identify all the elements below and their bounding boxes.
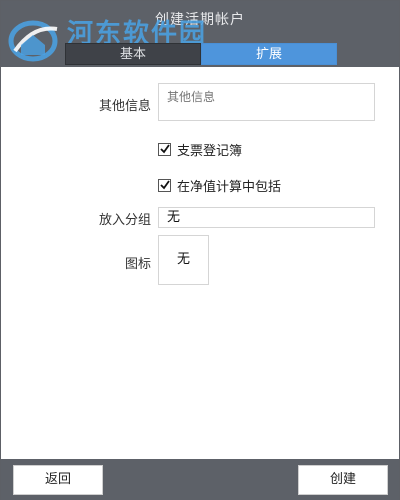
group-label: 放入分组 [98,213,151,228]
other-info-label: 其他信息 [98,99,151,114]
window-title: 创建活期帐户 [155,12,245,28]
checkmark-icon [160,180,170,190]
net-worth-label: 在净值计算中包括 [177,180,282,195]
back-button[interactable]: 返回 [13,465,103,495]
footer-bar: 返回 创建 [1,459,399,500]
checkbook-label: 支票登记簿 [177,144,243,159]
checkmark-icon [160,144,170,154]
icon-picker[interactable]: 无 [158,235,209,285]
icon-label: 图标 [124,257,151,272]
group-field[interactable]: 无 [158,207,375,228]
checkbook-checkbox[interactable] [158,143,171,156]
other-info-field[interactable] [158,83,375,121]
title-bar: 创建活期帐户 河东软件园 www.pc0359.cn 基本 扩展 [1,1,399,67]
tab-basic[interactable]: 基本 [65,43,201,65]
create-button[interactable]: 创建 [298,465,388,495]
net-worth-checkbox-row[interactable]: 在净值计算中包括 [158,176,281,195]
create-current-account-dialog: 创建活期帐户 河东软件园 www.pc0359.cn 基本 扩展 其他信息 支票… [0,0,400,500]
tab-extended[interactable]: 扩展 [201,43,337,65]
tab-bar: 基本 扩展 [65,43,337,65]
net-worth-checkbox[interactable] [158,179,171,192]
checkbook-checkbox-row[interactable]: 支票登记簿 [158,140,242,159]
